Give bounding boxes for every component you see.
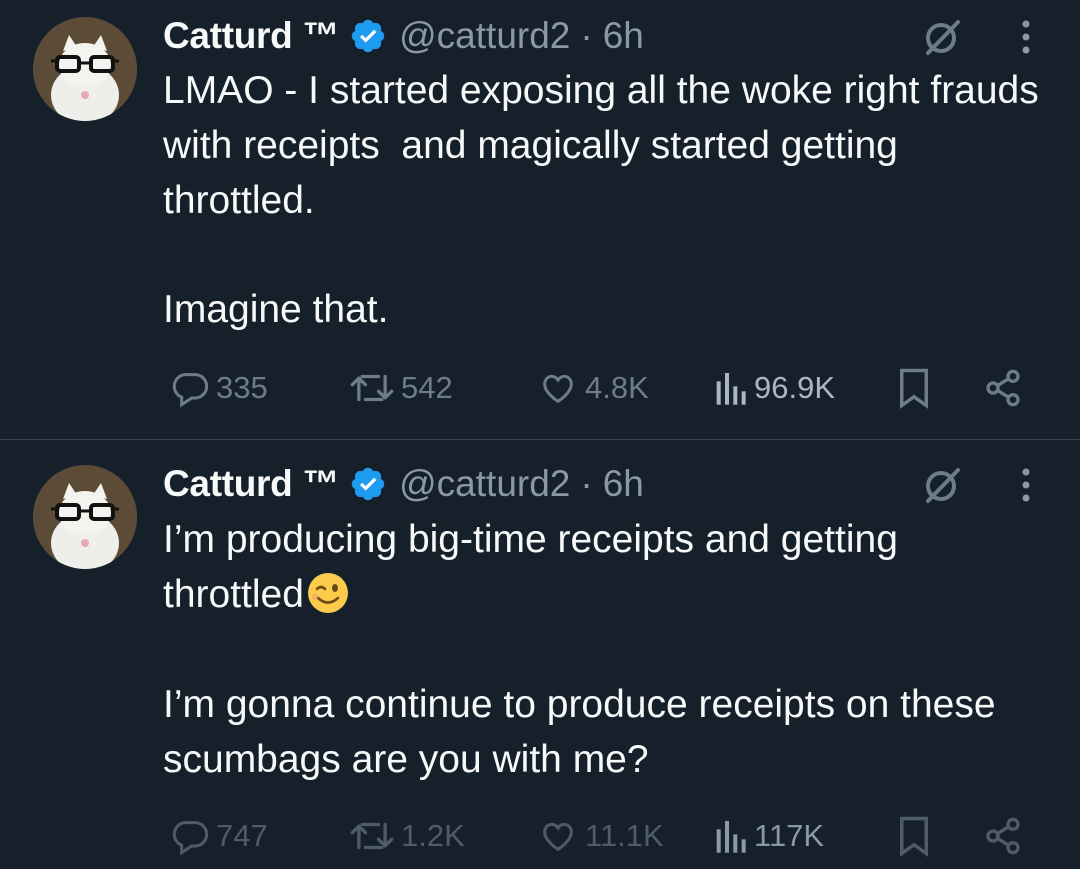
timestamp[interactable]: 6h — [603, 15, 644, 57]
bookmark-button[interactable] — [896, 366, 932, 410]
views-count: 117K — [754, 818, 825, 853]
like-button[interactable]: 4.8K — [537, 366, 649, 410]
separator-dot: · — [580, 463, 593, 504]
author-name[interactable]: Catturd ™ — [163, 15, 339, 57]
tweet[interactable]: Catturd ™ @catturd2 · 6h I’m producing b… — [0, 440, 1080, 869]
reply-button[interactable]: 335 — [170, 366, 268, 410]
avatar[interactable] — [33, 17, 137, 121]
tweet-paragraph: I’m gonna continue to produce receipts o… — [163, 683, 1007, 781]
bookmark-button[interactable] — [896, 814, 932, 858]
views-icon — [716, 821, 746, 853]
tweet[interactable]: Catturd ™ @catturd2 · 6h LMAO - I starte… — [0, 0, 1080, 440]
repost-icon — [350, 822, 394, 850]
timestamp[interactable]: 6h — [603, 463, 644, 505]
reply-icon — [172, 821, 209, 856]
author-name[interactable]: Catturd ™ — [163, 463, 339, 505]
repost-count: 542 — [401, 370, 453, 405]
more-vertical-icon[interactable] — [1014, 462, 1038, 506]
action-bar: 335 542 4.8K 96.9K — [0, 366, 1080, 410]
reply-icon — [172, 373, 209, 408]
verified-badge-icon — [349, 17, 387, 55]
author-handle[interactable]: @catturd2 — [399, 15, 570, 57]
like-icon — [543, 822, 573, 852]
separator-dot: · — [580, 15, 593, 56]
grok-icon[interactable] — [918, 13, 966, 61]
like-count: 11.1K — [585, 818, 664, 853]
tweet-header: Catturd ™ @catturd2 · 6h — [163, 14, 644, 58]
share-button[interactable] — [983, 814, 1023, 858]
share-button[interactable] — [983, 366, 1023, 410]
repost-icon — [350, 374, 394, 402]
winking-face-emoji-icon — [306, 571, 350, 615]
views-count: 96.9K — [754, 370, 836, 405]
tweet-paragraph: LMAO - I started exposing all the woke r… — [163, 69, 1050, 222]
tweet-text: I’m producing big-time receipts and gett… — [163, 512, 1043, 787]
verified-badge-icon — [349, 465, 387, 503]
share-icon — [986, 369, 1020, 407]
repost-button[interactable]: 1.2K — [349, 814, 465, 858]
bookmark-icon — [900, 816, 928, 857]
views-icon — [716, 373, 746, 405]
author-handle[interactable]: @catturd2 — [399, 463, 570, 505]
like-button[interactable]: 11.1K — [537, 814, 664, 858]
tweet-text: LMAO - I started exposing all the woke r… — [163, 63, 1043, 337]
action-bar: 747 1.2K 11.1K 117K — [0, 814, 1080, 858]
more-vertical-icon[interactable] — [1014, 14, 1038, 58]
reply-button[interactable]: 747 — [170, 814, 268, 858]
like-icon — [543, 374, 573, 404]
views-button[interactable]: 96.9K — [712, 366, 835, 410]
share-icon — [986, 817, 1020, 855]
bookmark-icon — [900, 368, 928, 409]
tweet-header: Catturd ™ @catturd2 · 6h — [163, 462, 644, 506]
reply-count: 747 — [216, 818, 268, 853]
avatar[interactable] — [33, 465, 137, 569]
tweet-paragraph: I’m producing big-time receipts and gett… — [163, 518, 909, 616]
grok-icon[interactable] — [918, 461, 966, 509]
like-count: 4.8K — [585, 370, 649, 405]
views-button[interactable]: 117K — [712, 814, 824, 858]
tweet-paragraph: Imagine that. — [163, 288, 389, 331]
repost-count: 1.2K — [401, 818, 465, 853]
repost-button[interactable]: 542 — [349, 366, 453, 410]
reply-count: 335 — [216, 370, 268, 405]
